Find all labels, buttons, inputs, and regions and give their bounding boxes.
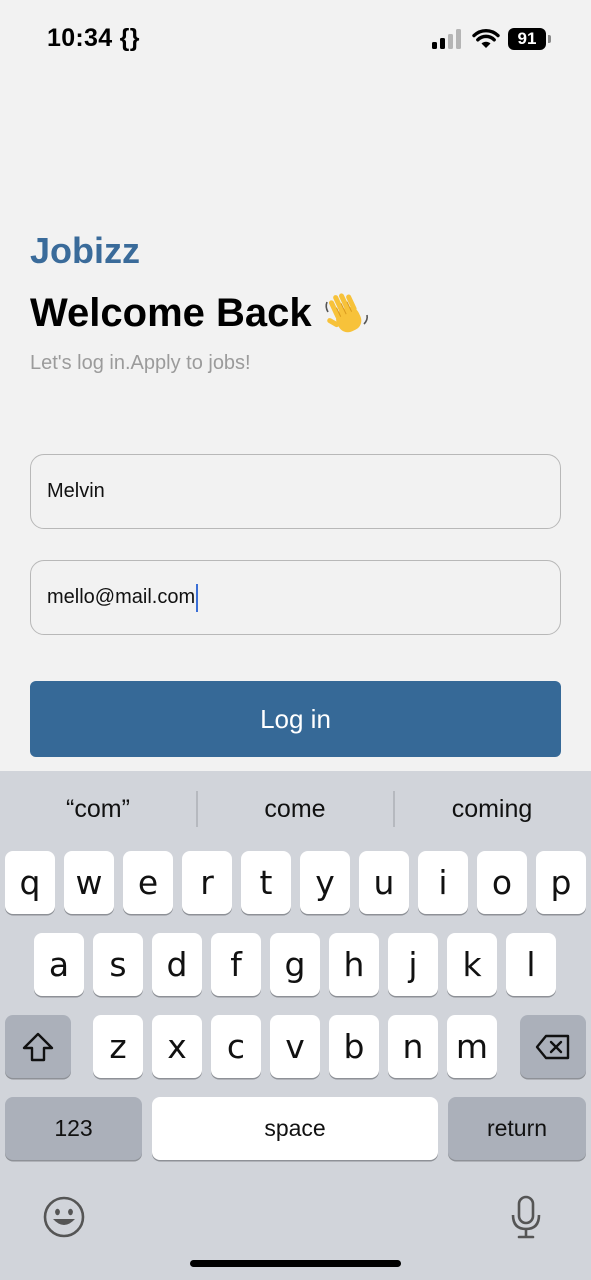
cellular-signal-icon	[432, 29, 462, 49]
space-key[interactable]: space	[152, 1097, 438, 1160]
key-j[interactable]: j	[388, 933, 438, 996]
suggestion-bar: “com” come coming	[0, 771, 591, 847]
battery-indicator: 91	[508, 28, 546, 50]
key-x[interactable]: x	[152, 1015, 202, 1078]
suggestion-item[interactable]: “com”	[0, 771, 196, 847]
key-q[interactable]: q	[5, 851, 55, 914]
backspace-icon	[535, 1034, 570, 1059]
numbers-key[interactable]: 123	[5, 1097, 142, 1160]
key-z[interactable]: z	[93, 1015, 143, 1078]
key-t[interactable]: t	[241, 851, 291, 914]
email-field[interactable]: mello@mail.com	[30, 560, 561, 635]
name-field[interactable]: Melvin	[30, 454, 561, 529]
return-key[interactable]: return	[448, 1097, 586, 1160]
key-i[interactable]: i	[418, 851, 468, 914]
shift-icon	[22, 1032, 54, 1061]
battery-cap	[548, 35, 551, 43]
key-c[interactable]: c	[211, 1015, 261, 1078]
key-m[interactable]: m	[447, 1015, 497, 1078]
key-w[interactable]: w	[64, 851, 114, 914]
page-title: Welcome Back	[30, 290, 370, 336]
backspace-key[interactable]	[520, 1015, 586, 1078]
emoji-icon[interactable]	[42, 1195, 86, 1239]
suggestion-item[interactable]: coming	[394, 771, 590, 847]
email-field-value: mello@mail.com	[47, 586, 196, 608]
status-time: 10:34 {}	[47, 24, 140, 52]
home-indicator[interactable]	[190, 1260, 401, 1267]
keyboard: “com” come coming q w e r t y u i o p a …	[0, 771, 591, 1280]
name-field-value: Melvin	[47, 480, 105, 502]
status-bar: 10:34 {} 91	[0, 0, 591, 80]
page-subtitle: Let's log in.Apply to jobs!	[30, 352, 251, 374]
key-l[interactable]: l	[506, 933, 556, 996]
key-s[interactable]: s	[93, 933, 143, 996]
key-u[interactable]: u	[359, 851, 409, 914]
microphone-icon[interactable]	[510, 1195, 542, 1239]
brand-logo-text: Jobizz	[30, 230, 141, 271]
key-b[interactable]: b	[329, 1015, 379, 1078]
key-a[interactable]: a	[34, 933, 84, 996]
key-e[interactable]: e	[123, 851, 173, 914]
key-f[interactable]: f	[211, 933, 261, 996]
key-h[interactable]: h	[329, 933, 379, 996]
shift-key[interactable]	[5, 1015, 71, 1078]
key-y[interactable]: y	[300, 851, 350, 914]
key-r[interactable]: r	[182, 851, 232, 914]
wifi-icon	[472, 28, 500, 48]
suggestion-item[interactable]: come	[197, 771, 393, 847]
key-o[interactable]: o	[477, 851, 527, 914]
login-button[interactable]: Log in	[30, 681, 561, 757]
waving-hand-icon	[325, 293, 368, 333]
key-n[interactable]: n	[388, 1015, 438, 1078]
key-g[interactable]: g	[270, 933, 320, 996]
text-caret	[196, 583, 199, 612]
key-d[interactable]: d	[152, 933, 202, 996]
key-p[interactable]: p	[536, 851, 586, 914]
page-title-text: Welcome Back	[30, 290, 312, 335]
key-v[interactable]: v	[270, 1015, 320, 1078]
key-k[interactable]: k	[447, 933, 497, 996]
